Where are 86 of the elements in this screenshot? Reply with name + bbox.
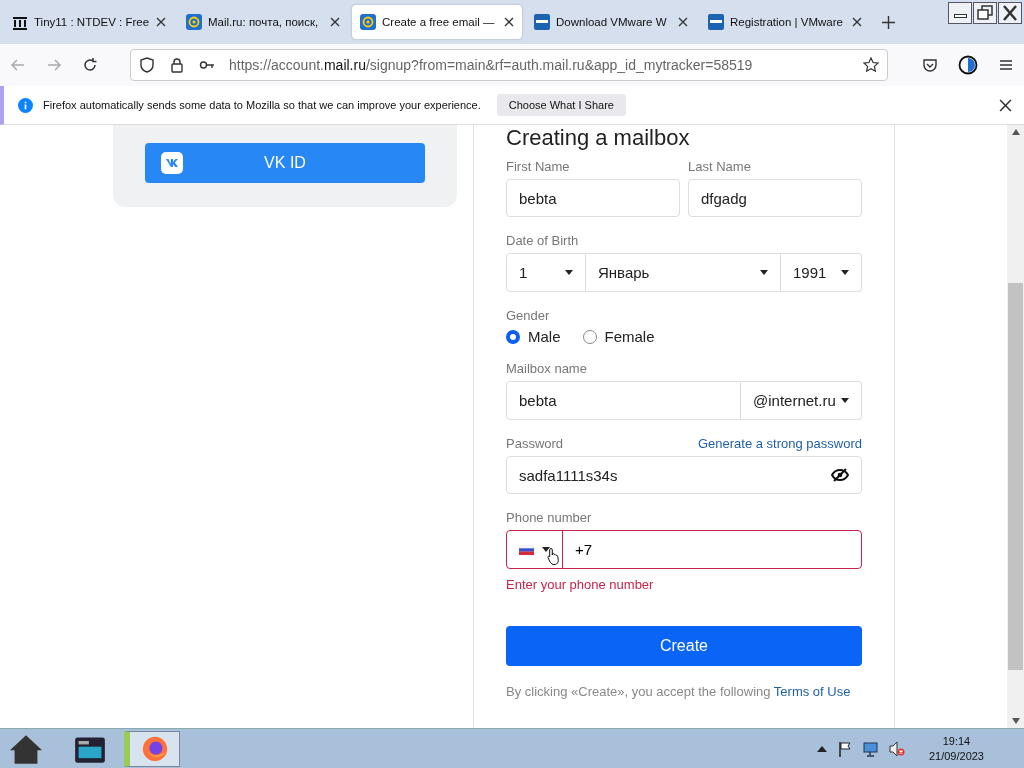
new-tab-icon[interactable] bbox=[882, 15, 895, 29]
taskbar-button[interactable] bbox=[124, 730, 180, 767]
form-title: Creating a mailbox bbox=[506, 125, 691, 151]
url-text: https://account.mail.ru/signup?from=main&rf=auth.mail.ru&app_id_mytracker=58519 bbox=[229, 57, 753, 73]
close-icon[interactable] bbox=[678, 17, 688, 27]
close-icon[interactable] bbox=[156, 17, 166, 27]
minimize-button[interactable] bbox=[948, 2, 972, 24]
info-icon bbox=[18, 97, 33, 113]
close-icon[interactable] bbox=[852, 17, 862, 27]
password-field[interactable]: sadfa1111s34s bbox=[506, 456, 862, 494]
caret-icon bbox=[542, 547, 550, 552]
eye-slash-icon[interactable] bbox=[831, 468, 849, 482]
field-label: Phone number bbox=[506, 510, 593, 525]
caret-icon bbox=[565, 270, 573, 275]
browser-tab[interactable]: Registration | VMware bbox=[700, 5, 870, 39]
scroll-down-icon[interactable] bbox=[1011, 718, 1020, 724]
close-icon[interactable] bbox=[330, 17, 340, 27]
menu-icon[interactable] bbox=[998, 57, 1014, 73]
domain-dropdown[interactable]: @internet.ru bbox=[741, 381, 862, 420]
browser-tab[interactable]: Create a free email — bbox=[352, 5, 522, 39]
reload-icon[interactable] bbox=[82, 57, 98, 73]
tab-title: Mail.ru: почта, поиск, bbox=[208, 16, 320, 28]
pocket-icon[interactable] bbox=[922, 57, 938, 73]
browser-tab[interactable]: Download VMware W bbox=[526, 5, 696, 39]
hand-cursor-icon bbox=[547, 547, 561, 565]
tab-title: Tiny11 : NTDEV : Free bbox=[34, 16, 150, 28]
flag-icon bbox=[519, 544, 534, 555]
lock-icon[interactable] bbox=[169, 57, 185, 73]
monitor-icon[interactable] bbox=[862, 740, 879, 757]
field-label: Gender bbox=[506, 308, 551, 323]
notification-text: Firefox automatically sends some data to Mozilla so that we can improve your experience. bbox=[43, 99, 481, 111]
field-label: Password bbox=[506, 436, 564, 451]
vk-id-button[interactable]: VK ID bbox=[145, 143, 425, 183]
field-label: Mailbox name bbox=[506, 361, 588, 376]
caret-icon bbox=[760, 270, 768, 275]
input-field[interactable]: dfgadg bbox=[688, 179, 862, 217]
terms-of-use-link[interactable]: Terms of Use bbox=[773, 684, 851, 699]
clock-date: 21/09/2023 bbox=[928, 748, 984, 764]
restore-icon bbox=[975, 4, 995, 22]
field-label: Date of Birth bbox=[506, 233, 580, 248]
account-icon[interactable] bbox=[958, 55, 978, 75]
close-icon[interactable] bbox=[504, 17, 514, 27]
vk-logo-icon bbox=[161, 152, 183, 174]
field-label: First Name bbox=[506, 159, 571, 174]
muted-speaker-icon[interactable] bbox=[888, 740, 905, 757]
building-icon bbox=[12, 14, 28, 30]
close-icon[interactable] bbox=[999, 98, 1012, 112]
day-dropdown[interactable]: 1 bbox=[506, 253, 586, 292]
choose-what-i-share-button[interactable]: Choose What I Share bbox=[496, 94, 626, 116]
caret-icon bbox=[841, 398, 849, 403]
radio-button[interactable] bbox=[506, 329, 520, 344]
star-icon[interactable] bbox=[863, 57, 879, 73]
shield-icon[interactable] bbox=[139, 57, 155, 73]
radio-option[interactable]: Male bbox=[506, 328, 561, 345]
minimize-icon bbox=[953, 14, 967, 18]
generate-password-link[interactable]: Generate a strong password bbox=[697, 436, 862, 451]
up-arrow-icon[interactable] bbox=[816, 745, 827, 752]
error-message: Enter your phone number bbox=[506, 577, 655, 592]
logo-icon bbox=[708, 14, 724, 30]
year-dropdown[interactable]: 1991 bbox=[781, 253, 862, 292]
phone-field[interactable]: +7 bbox=[506, 530, 862, 569]
tab-title: Registration | VMware bbox=[730, 16, 844, 28]
input-field[interactable]: bebta bbox=[506, 179, 680, 217]
close-icon bbox=[1000, 4, 1020, 22]
input-field[interactable]: bebta bbox=[506, 381, 741, 420]
firefox-icon bbox=[140, 734, 169, 763]
tab-title: Create a free email — bbox=[382, 16, 496, 28]
radio-option[interactable]: Female bbox=[582, 328, 655, 345]
field-label: Last Name bbox=[688, 159, 752, 174]
address-bar[interactable]: https://account.mail.ru/signup?from=main&rf=auth.mail.ru&app_id_mytracker=58519 bbox=[130, 49, 888, 81]
month-dropdown[interactable]: Январь bbox=[586, 253, 781, 292]
flag-icon[interactable] bbox=[836, 740, 853, 757]
caret-icon bbox=[841, 270, 849, 275]
create-button[interactable]: Create bbox=[506, 626, 862, 666]
browser-tab[interactable]: Tiny11 : NTDEV : Free bbox=[4, 5, 174, 39]
terms-text: By clicking «Create», you accept the following Terms of Use bbox=[506, 684, 852, 699]
radio-label: Female bbox=[604, 328, 655, 345]
restore-button[interactable] bbox=[973, 2, 997, 24]
radio-label: Male bbox=[528, 328, 561, 345]
tab-title: Download VMware W bbox=[556, 16, 668, 28]
clock-time: 19:14 bbox=[942, 733, 971, 749]
close-button[interactable] bbox=[998, 2, 1022, 24]
browser-tab[interactable]: Mail.ru: почта, поиск, bbox=[178, 5, 348, 39]
scroll-up-icon[interactable] bbox=[1011, 129, 1020, 135]
logo-icon bbox=[534, 14, 550, 30]
scrollbar[interactable] bbox=[1007, 125, 1024, 728]
